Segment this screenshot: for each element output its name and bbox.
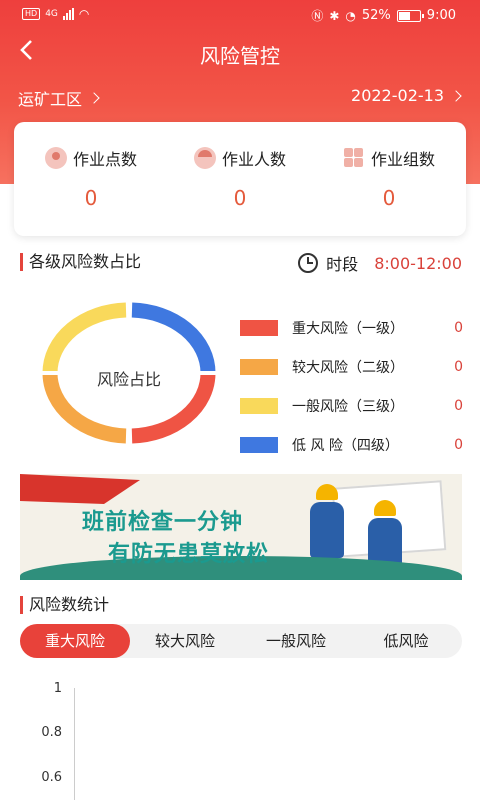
stat-workers: 作业人数 0 bbox=[165, 146, 315, 210]
stat-label: 作业人数 bbox=[221, 150, 286, 169]
area-selector[interactable]: 运矿工区 bbox=[18, 86, 100, 110]
worker-icon bbox=[193, 147, 216, 169]
page-title: 风险管控 bbox=[200, 44, 280, 68]
safety-banner[interactable]: 班前检查一分钟 有防无患莫放松 bbox=[20, 474, 462, 580]
bluetooth-icon: ✱ bbox=[329, 8, 340, 23]
section-title-risk-stats: 风险数统计 bbox=[20, 596, 109, 614]
legend-item: 一般风险（三级） 0 bbox=[240, 386, 465, 425]
banner-slogan-line2: 有防无患莫放松 bbox=[108, 542, 270, 567]
status-bar: HD 4G ◠ Ⓝ ✱ ◔ 52% 9:00 bbox=[0, 0, 480, 30]
legend-value: 0 bbox=[454, 319, 463, 336]
stat-value: 0 bbox=[382, 186, 396, 210]
legend-label: 重大风险（一级） bbox=[292, 320, 404, 337]
tab-general-risk[interactable]: 一般风险 bbox=[241, 624, 351, 658]
date-selector[interactable]: 2022-02-13 bbox=[351, 86, 462, 105]
legend-item: 低 风 险（四级） 0 bbox=[240, 425, 465, 464]
period-selector[interactable]: 时段 8:00-12:00 bbox=[298, 251, 462, 275]
nfc-icon: Ⓝ bbox=[311, 9, 324, 23]
speed-icon: ◔ bbox=[345, 8, 356, 23]
tab-major-risk[interactable]: 重大风险 bbox=[20, 624, 130, 658]
donut-center-label: 风险占比 bbox=[96, 370, 161, 389]
legend-item: 重大风险（一级） 0 bbox=[240, 308, 465, 347]
stat-label: 作业点数 bbox=[72, 150, 137, 169]
stat-value: 0 bbox=[84, 186, 98, 210]
area-label: 运矿工区 bbox=[18, 90, 83, 109]
legend-swatch bbox=[240, 319, 278, 336]
group-icon bbox=[343, 147, 365, 169]
y-tick-label: 0.6 bbox=[41, 770, 62, 785]
banner-slogan-line1: 班前检查一分钟 bbox=[82, 510, 244, 535]
legend-swatch bbox=[240, 397, 278, 414]
worker-illustration bbox=[310, 484, 344, 558]
chart-y-axis bbox=[74, 688, 75, 800]
y-tick-label: 0.8 bbox=[41, 725, 62, 740]
period-label: 时段 bbox=[326, 255, 359, 274]
stat-value: 0 bbox=[233, 186, 247, 210]
battery-icon bbox=[396, 9, 424, 22]
hd-badge: HD bbox=[22, 8, 41, 20]
signal-icon bbox=[62, 8, 74, 20]
y-tick-label: 1 bbox=[53, 681, 62, 696]
wifi-icon: ◠ bbox=[78, 7, 90, 21]
network-type: 4G bbox=[45, 9, 58, 19]
clock-icon bbox=[298, 253, 319, 273]
legend-value: 0 bbox=[454, 358, 463, 375]
location-pin-icon bbox=[44, 147, 67, 169]
risk-level-tabs: 重大风险 较大风险 一般风险 低风险 bbox=[20, 624, 462, 658]
battery-percent: 52% bbox=[361, 8, 391, 23]
section-title-risk-ratio: 各级风险数占比 bbox=[20, 253, 141, 271]
date-label: 2022-02-13 bbox=[351, 86, 444, 105]
legend-item: 较大风险（二级） 0 bbox=[240, 347, 465, 386]
clock-time: 9:00 bbox=[426, 8, 456, 23]
risk-legend: 重大风险（一级） 0 较大风险（二级） 0 一般风险（三级） 0 低 风 险（四… bbox=[240, 308, 465, 464]
stats-card: 作业点数 0 作业人数 0 作业组数 0 bbox=[14, 122, 466, 236]
chevron-right-icon bbox=[88, 92, 100, 104]
stat-work-points: 作业点数 0 bbox=[16, 146, 166, 210]
stat-groups: 作业组数 0 bbox=[314, 146, 464, 210]
legend-label: 一般风险（三级） bbox=[292, 398, 404, 415]
legend-label: 较大风险（二级） bbox=[292, 359, 404, 376]
donut-segment-level4 bbox=[131, 302, 216, 374]
legend-value: 0 bbox=[454, 436, 463, 453]
tab-larger-risk[interactable]: 较大风险 bbox=[130, 624, 240, 658]
chevron-right-icon bbox=[450, 89, 462, 102]
legend-label: 低 风 险（四级） bbox=[292, 437, 399, 454]
period-value: 8:00-12:00 bbox=[374, 253, 462, 273]
tab-low-risk[interactable]: 低风险 bbox=[351, 624, 461, 658]
donut-segment-level3 bbox=[42, 302, 127, 374]
legend-value: 0 bbox=[454, 397, 463, 414]
legend-swatch bbox=[240, 358, 278, 375]
legend-swatch bbox=[240, 436, 278, 453]
stat-label: 作业组数 bbox=[370, 150, 435, 169]
flag-decoration bbox=[20, 474, 140, 504]
